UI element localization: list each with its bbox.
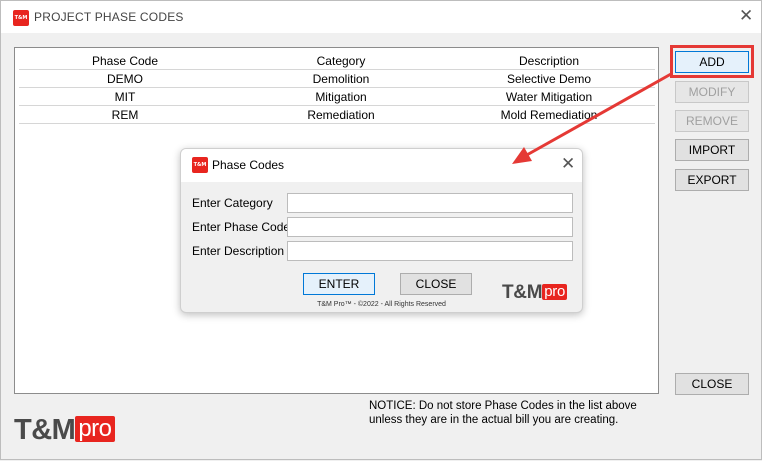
cell-description: Selective Demo xyxy=(506,72,592,86)
cell-category: Demolition xyxy=(312,72,370,86)
cell-phase-code: DEMO xyxy=(107,72,143,86)
cell-phase-code: REM xyxy=(111,108,139,122)
copyright-footer: T&M Pro™ - ©2022 - All Rights Reserved xyxy=(317,301,446,308)
app-logo-icon: T&M xyxy=(192,157,208,173)
column-header-phase-code: Phase Code xyxy=(91,54,159,68)
phase-code-label: Enter Phase Code xyxy=(192,220,291,234)
window-title: PROJECT PHASE CODES xyxy=(34,10,184,24)
cell-description: Mold Remediation xyxy=(500,108,598,122)
dialog-close-button[interactable]: CLOSE xyxy=(400,273,472,295)
modify-button[interactable]: MODIFY xyxy=(675,81,749,103)
export-button[interactable]: EXPORT xyxy=(675,169,749,191)
table-row[interactable]: REM Remediation Mold Remediation xyxy=(19,106,655,124)
close-icon[interactable]: ✕ xyxy=(739,8,753,25)
table-row[interactable]: DEMO Demolition Selective Demo xyxy=(19,70,655,88)
description-field[interactable] xyxy=(287,241,573,261)
tm-pro-logo: T&M pro xyxy=(14,414,115,447)
logo-pro-text: pro xyxy=(75,416,115,442)
cell-category: Mitigation xyxy=(315,90,367,104)
import-button[interactable]: IMPORT xyxy=(675,139,749,161)
phase-codes-dialog: T&M Phase Codes ✕ Enter Category Enter P… xyxy=(180,148,583,313)
close-button[interactable]: CLOSE xyxy=(675,373,749,395)
column-header-category: Category xyxy=(316,54,366,68)
dialog-title: Phase Codes xyxy=(212,158,285,172)
description-label: Enter Description xyxy=(192,244,285,258)
remove-button[interactable]: REMOVE xyxy=(675,110,749,132)
title-bar: T&M PROJECT PHASE CODES ✕ xyxy=(1,1,761,33)
close-icon[interactable]: ✕ xyxy=(561,156,575,173)
notice-text: NOTICE: Do not store Phase Codes in the … xyxy=(369,400,637,426)
enter-button[interactable]: ENTER xyxy=(303,273,375,295)
logo-tm-text: T&M xyxy=(14,414,76,446)
cell-category: Remediation xyxy=(307,108,375,122)
project-phase-codes-window: T&M PROJECT PHASE CODES ✕ Phase Code Cat… xyxy=(0,0,762,460)
dialog-title-bar: T&M Phase Codes ✕ xyxy=(181,149,582,182)
table-row[interactable]: MIT Mitigation Water Mitigation xyxy=(19,88,655,106)
table-header: Phase Code Category Description xyxy=(19,52,655,70)
phase-code-field[interactable] xyxy=(287,217,573,237)
app-logo-icon: T&M xyxy=(13,10,29,26)
cell-phase-code: MIT xyxy=(114,90,136,104)
cell-description: Water Mitigation xyxy=(505,90,593,104)
add-button[interactable]: ADD xyxy=(675,51,749,73)
column-header-description: Description xyxy=(518,54,580,68)
category-label: Enter Category xyxy=(192,196,273,210)
logo-pro-text: pro xyxy=(542,283,568,300)
category-field[interactable] xyxy=(287,193,573,213)
